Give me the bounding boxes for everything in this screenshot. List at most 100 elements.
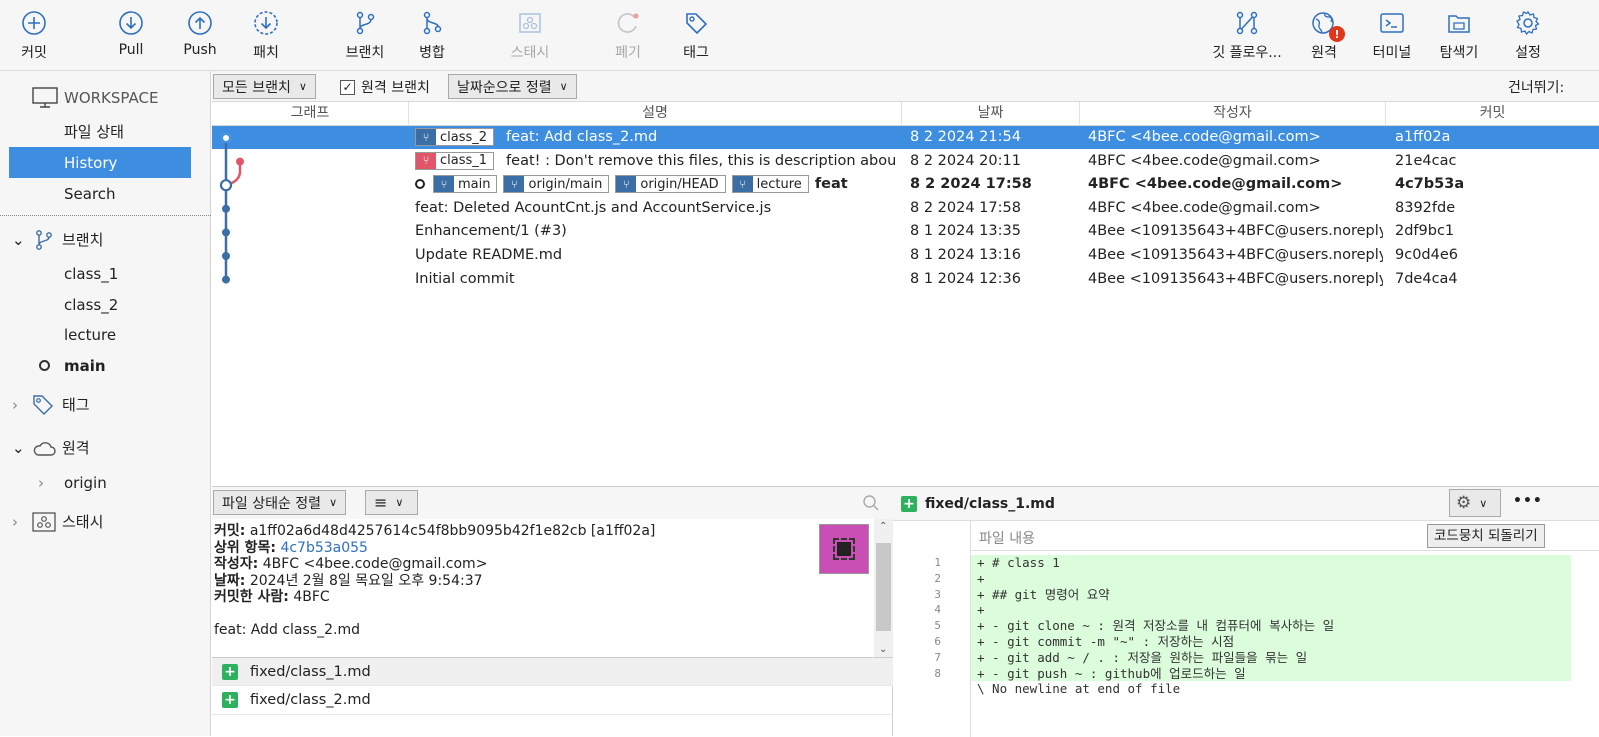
chevron-right-icon: › [38,473,44,492]
file-name: fixed/class_2.md [250,692,371,708]
col-date[interactable]: 날짜 [902,102,1080,126]
commit-author: 4Bee <109135643+4BFC@users.noreply.githu… [1088,270,1383,287]
file-sort-dropdown[interactable]: 파일 상태순 정렬 ∨ [213,490,347,515]
commit-hash: 2df9bc1 [1395,223,1455,240]
diff-panel: + fixed/class_1.md ⚙ ∨ ••• 1 2 3 4 5 6 7 8 파일 내… [893,486,1599,737]
commit-row[interactable]: Enhancement/1 (#3) 8 1 2024 13:35 4Bee <10… [212,220,1599,243]
plus-circle-icon [19,8,49,38]
sidebar-branch-class-1[interactable]: class_1 [0,258,211,289]
folder-icon [1444,8,1474,38]
filter-bar: 모든 브랜치 ∨ ✓ 원격 브랜치 날짜순으로 정렬 ∨ 건너뛰기: [212,71,1599,102]
branch-button[interactable]: 브랜치 [340,0,390,71]
remote-label: 원격 [1311,45,1337,61]
diff-line: + - git commit -m "~" : 저장하는 시점 [971,634,1571,650]
terminal-icon [1377,8,1407,38]
remotes-title: 원격 [62,439,90,457]
diff-line: + - git clone ~ : 원격 저장소를 내 컴퓨터에 복사하는 일 [971,618,1571,635]
file-row-class-2[interactable]: + fixed/class_2.md [212,686,893,715]
commit-date: 8 2 2024 21:54 [910,129,1021,145]
sidebar-item-search[interactable]: Search [0,178,211,209]
commit-row[interactable]: feat: Deleted AcountCnt.js and AccountSe… [212,197,1599,220]
sidebar-branch-main[interactable]: main [0,350,211,381]
branch-name: main [458,176,491,192]
tags-title: 태그 [62,396,90,414]
commit-button[interactable]: 커밋 [14,0,54,71]
commit-date: 8 1 2024 13:35 [910,223,1021,240]
sort-by-date-dropdown[interactable]: 날짜순으로 정렬 ∨ [448,74,577,99]
col-author[interactable]: 작성자 [1080,102,1386,126]
commit-date: 8 2 2024 17:58 [910,176,1032,193]
skip-label: 건너뛰기: [1508,80,1565,96]
sidebar-branches-header[interactable]: ⌄ 브랜치 [0,224,211,255]
more-options-button[interactable]: ••• [1513,493,1543,509]
commit-author: 4BFC <4bee.code@gmail.com> [1088,152,1321,169]
avatar [819,524,869,574]
commit-row[interactable]: Initial commit 8 1 2024 12:36 4Bee <109135… [212,268,1599,291]
branch-label-tag[interactable]: ⑂ class_2 [415,128,495,146]
sidebar-item-file-status[interactable]: 파일 상태 [0,116,211,147]
commit-hash: a1ff02a [1395,129,1451,145]
sidebar-item-history[interactable]: History [9,147,191,178]
remote-button[interactable]: ! 원격 [1304,0,1345,71]
terminal-button[interactable]: 터미널 [1369,0,1415,71]
branch-label-tag[interactable]: ⑂ class_1 [415,151,495,170]
stash-icon [32,511,56,532]
sidebar-remote-origin[interactable]: › origin [0,467,211,498]
line-number: 6 [934,635,941,648]
branch-label-tag[interactable]: ⑂ origin/HEAD [615,175,726,194]
diff-view: 12345678 파일 내용 코드뭉치 되돌리기 + # class 1 + + #… [893,521,1599,737]
branch-name: class_1 [440,153,488,169]
branch-label-tag[interactable]: ⑂ lecture [731,175,809,194]
tag-icon [681,8,711,38]
revert-hunk-button[interactable]: 코드뭉치 되돌리기 [1427,524,1545,548]
chevron-down-icon: ⌄ [12,230,25,249]
branch-label-tag[interactable]: ⑂ origin/main [503,175,610,194]
discard-button[interactable]: 폐기 [608,0,648,71]
file-row-class-1[interactable]: + fixed/class_1.md [212,657,893,686]
diff-options-dropdown[interactable]: ⚙ ∨ [1449,489,1501,517]
sidebar-remotes-header[interactable]: ⌄ 원격 [0,432,211,463]
details-scrollbar[interactable]: ⌃ ⌄ [874,519,893,657]
commit-row[interactable]: ⑂ main ⑂ origin/main ⑂ origin/HEAD ⑂ lecture fea… [212,173,1599,196]
commit-hash-label: 커밋: [214,523,246,539]
commit-author: 4BFC <4bee.code@gmail.com> [1088,176,1343,193]
pull-button[interactable]: Pull [110,0,152,71]
branch-label-tag[interactable]: ⑂ main [433,175,498,194]
commit-description: ⑂ class_2 feat: Add class_2.md [415,126,895,149]
col-graph[interactable]: 그래프 [212,102,409,126]
remote-branch-toggle[interactable]: ✓ 원격 브랜치 [340,77,430,97]
line-number: 7 [934,650,941,664]
explorer-button[interactable]: 탐색기 [1436,0,1482,71]
stash-button[interactable]: 스태시 [505,0,555,71]
commit-row[interactable]: ⑂ class_2 feat: Add class_2.md 8 2 2024 21:… [212,126,1599,149]
all-branches-dropdown[interactable]: 모든 브랜치 ∨ [213,74,316,99]
view-mode-dropdown[interactable]: ≡ ∨ [365,490,418,515]
merge-button[interactable]: 병합 [412,0,452,71]
sidebar-stash-header[interactable]: › 스태시 [0,506,211,537]
sort-by-date-label: 날짜순으로 정렬 [457,79,552,96]
patch-button[interactable]: 패치 [246,0,286,71]
branch-label: 브랜치 [345,45,385,61]
commit-row[interactable]: ⑂ class_1 feat! : Don't remove this files,… [212,150,1599,173]
discard-icon [613,8,643,38]
col-commit[interactable]: 커밋 [1386,102,1599,126]
search-icon[interactable] [862,494,880,516]
push-button[interactable]: Push [178,0,222,71]
sidebar-branch-lecture[interactable]: lecture [0,319,211,350]
tag-button[interactable]: 태그 [676,0,716,71]
col-description[interactable]: 설명 [409,102,902,126]
branches-title: 브랜치 [62,231,104,249]
gitflow-button[interactable]: 깃 플로우... [1205,0,1289,71]
commit-author: 4BFC <4bee.code@gmail.com> [1088,129,1321,145]
sidebar-tags-header[interactable]: › 태그 [0,389,211,420]
column-header: 그래프 설명 날짜 작성자 커밋 [212,102,1599,126]
settings-button[interactable]: 설정 [1508,0,1548,71]
remote-branch-checkbox[interactable]: ✓ [340,79,355,95]
sidebar-branch-class-2[interactable]: class_2 [0,289,211,320]
commit-row[interactable]: Update README.md 8 1 2024 13:16 4Bee <1091… [212,244,1599,267]
parent-link[interactable]: 4c7b53a055 [280,540,368,556]
date-label: 날짜: [214,572,246,589]
arrow-down-circle-icon [116,8,146,38]
globe-icon: ! [1309,8,1345,42]
diff-line: + - git add ~ / . : 저장을 원하는 파일들을 묶는 일 [971,649,1571,666]
